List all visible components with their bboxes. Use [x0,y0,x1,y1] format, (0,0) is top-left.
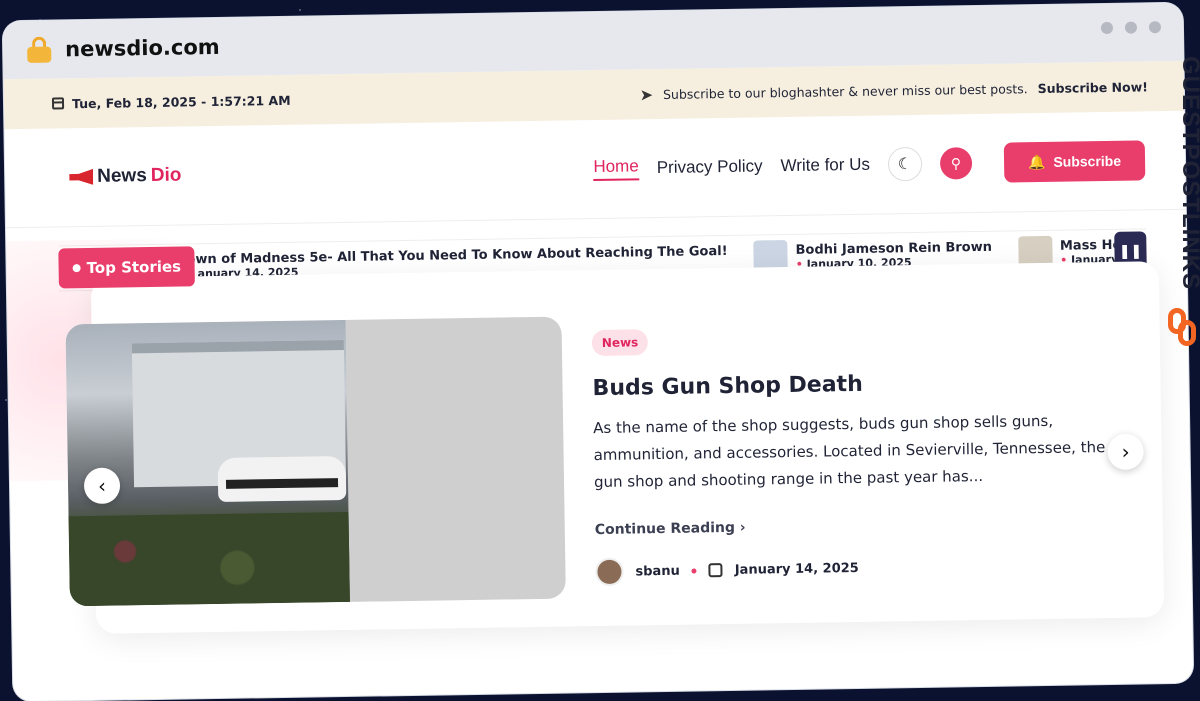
nav-privacy-policy[interactable]: Privacy Policy [657,156,763,178]
nav-write-for-us[interactable]: Write for Us [780,155,870,176]
slider-next-button[interactable]: › [1107,433,1144,471]
featured-image[interactable]: ‹ [65,316,566,607]
window-dot[interactable] [1124,21,1138,34]
calendar-icon [708,563,723,578]
browser-window: newsdio.com Tue, Feb 18, 2025 - 1:57:21 … [2,2,1194,701]
subscribe-button[interactable]: 🔔 Subscribe [1003,140,1146,183]
chevron-left-icon: ‹ [97,473,107,498]
paper-plane-icon: ➤ [639,84,654,104]
window-dot[interactable] [1100,21,1114,35]
nav-home[interactable]: Home [593,156,639,182]
bell-icon: 🔔 [1027,153,1046,170]
subscribe-button-label: Subscribe [1053,152,1122,170]
meta-separator [691,567,697,574]
link-icon [1168,308,1198,348]
live-dot-icon [72,264,81,273]
datetime-text: Tue, Feb 18, 2025 - 1:57:21 AM [71,92,291,111]
guestpostlinks-watermark: GUESTPOSTLINKS [1162,52,1200,372]
watermark-text: GUESTPOSTLINKS [1177,56,1200,291]
site-header: News Dio Home Privacy Policy Write for Us… [4,110,1186,229]
continue-reading-label: Continue Reading [594,519,736,539]
window-controls [1100,21,1162,35]
search-button[interactable]: ⚲ [939,147,973,180]
top-stories-text: Top Stories [86,257,182,278]
continue-reading-link[interactable]: Continue Reading › [595,514,1135,538]
category-badge[interactable]: News [591,329,649,357]
featured-excerpt: As the name of the shop suggests, buds g… [593,411,1106,492]
dark-mode-toggle[interactable]: ☾ [887,146,923,182]
logo-text-news: News [97,165,147,187]
url-text[interactable]: newsdio.com [65,35,220,61]
post-date: January 14, 2025 [734,560,859,578]
subscribe-text: Subscribe to our bloghashter & never mis… [662,80,1028,102]
calendar-icon [51,97,65,110]
author-name[interactable]: sbanu [635,563,680,579]
chevron-right-icon: › [1121,439,1130,464]
author-avatar[interactable] [595,557,624,587]
gun-shop-photo [65,319,350,607]
chevron-right-small-icon: › [739,519,746,536]
site-logo[interactable]: News Dio [69,165,182,189]
megaphone-icon [69,169,93,185]
date-display: Tue, Feb 18, 2025 - 1:57:21 AM [51,92,291,111]
window-dot[interactable] [1148,21,1162,34]
moon-icon: ☾ [897,156,913,174]
featured-title[interactable]: Buds Gun Shop Death [592,368,1132,401]
lock-icon [27,36,52,63]
ticker-title[interactable]: Bodhi Jameson Rein Brown [795,240,992,258]
pause-icon: ❚❚ [1118,243,1143,260]
ticker-title[interactable]: Mass Healing T [1060,237,1115,254]
featured-card: ‹ News Buds Gun Shop Death As the name o… [65,261,1165,634]
logo-text-dio: Dio [150,164,182,187]
main-nav: Home Privacy Policy Write for Us ☾ ⚲ 🔔 S… [593,140,1146,189]
search-icon: ⚲ [950,154,962,171]
featured-content: News Buds Gun Shop Death As the name of … [591,322,1136,587]
subscribe-banner: ➤ Subscribe to our bloghashter & never m… [639,77,1148,104]
top-stories-label: Top Stories [58,246,196,289]
subscribe-now-link[interactable]: Subscribe Now! [1038,79,1148,96]
post-meta: sbanu January 14, 2025 [595,550,1135,587]
